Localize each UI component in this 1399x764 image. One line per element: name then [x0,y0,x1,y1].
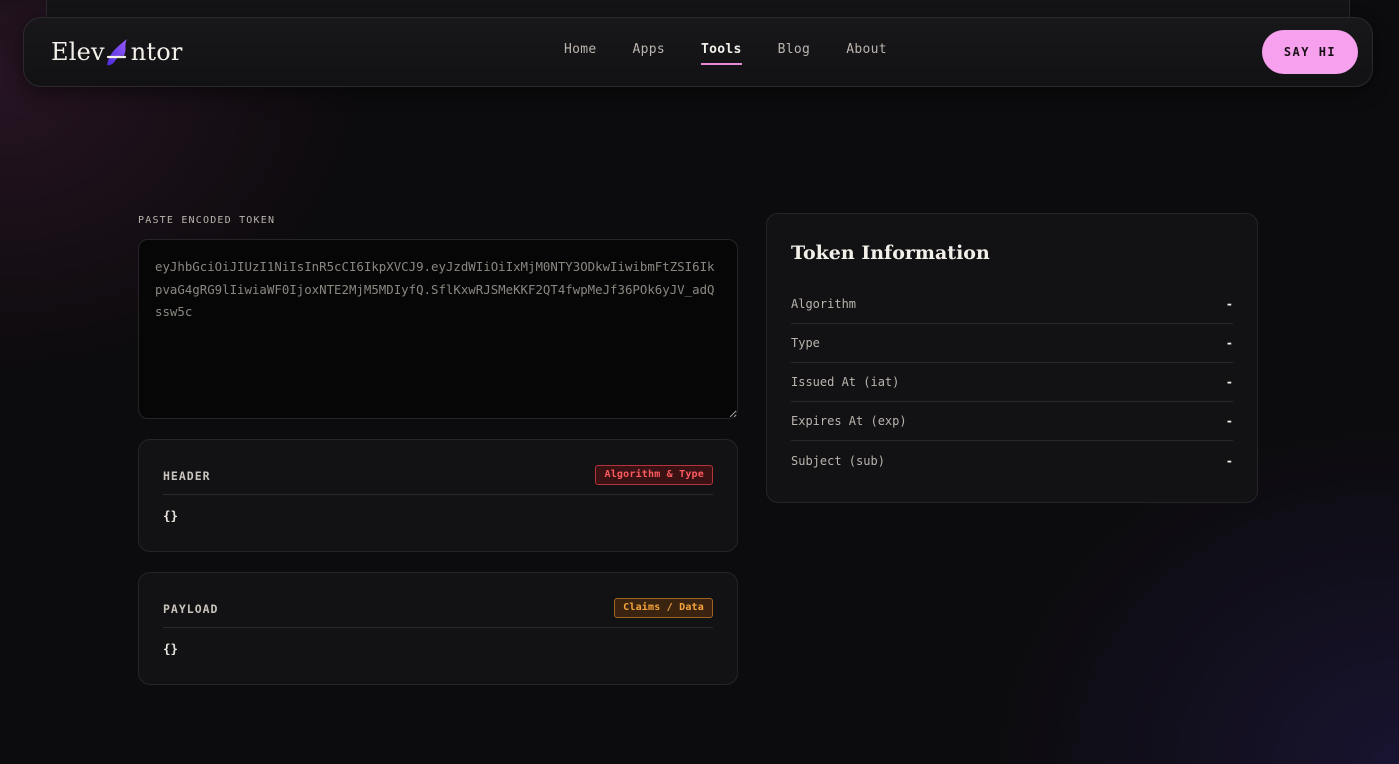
info-row-type: Type - [791,324,1233,363]
info-value: - [1225,414,1233,428]
logo-text-left: Elev [51,38,105,66]
encoded-token-input[interactable]: eyJhbGciOiJIUzI1NiIsInR5cCI6IkpXVCJ9.eyJ… [138,239,738,419]
token-info-list: Algorithm - Type - Issued At (iat) - Exp… [791,285,1233,480]
main-menu: Home Apps Tools Blog About [564,42,887,65]
token-information-panel: Token Information Algorithm - Type - Iss… [766,213,1258,503]
info-key: Algorithm [791,297,857,311]
info-key: Subject (sub) [791,453,885,468]
divider [163,494,713,495]
token-input-label: PASTE ENCODED TOKEN [138,215,276,226]
payload-json-output: {} [163,641,179,656]
algorithm-type-badge: Algorithm & Type [595,465,713,485]
nav-home-link[interactable]: Home [564,42,597,65]
header-card-title: HEADER [163,469,211,483]
token-information-title: Token Information [791,242,990,264]
nav-tools-link[interactable]: Tools [701,42,742,65]
logo-text-right: ntor [130,38,183,66]
top-navbar: Elev ntor Home Apps Tools Blog About SAY… [23,17,1373,87]
info-row-subject: Subject (sub) - [791,441,1233,480]
say-hi-button[interactable]: SAY HI [1262,30,1358,74]
info-key: Expires At (exp) [791,414,907,428]
info-value: - [1225,336,1233,350]
payload-card-title: PAYLOAD [163,602,219,616]
nav-apps-link[interactable]: Apps [633,42,666,65]
background-panel [46,0,1350,18]
header-card: HEADER Algorithm & Type {} [138,439,738,552]
info-key: Issued At (iat) [791,375,900,389]
nav-blog-link[interactable]: Blog [778,42,811,65]
flame-icon [106,39,127,66]
info-value: - [1225,453,1233,468]
divider [163,627,713,628]
site-logo[interactable]: Elev ntor [51,35,183,69]
info-value: - [1225,375,1233,389]
info-row-issued-at: Issued At (iat) - [791,363,1233,402]
info-row-expires-at: Expires At (exp) - [791,402,1233,441]
info-key: Type [791,336,820,350]
info-value: - [1225,297,1233,311]
header-json-output: {} [163,508,179,523]
payload-card: PAYLOAD Claims / Data {} [138,572,738,685]
info-row-algorithm: Algorithm - [791,285,1233,324]
nav-about-link[interactable]: About [846,42,887,65]
claims-data-badge: Claims / Data [614,598,713,618]
